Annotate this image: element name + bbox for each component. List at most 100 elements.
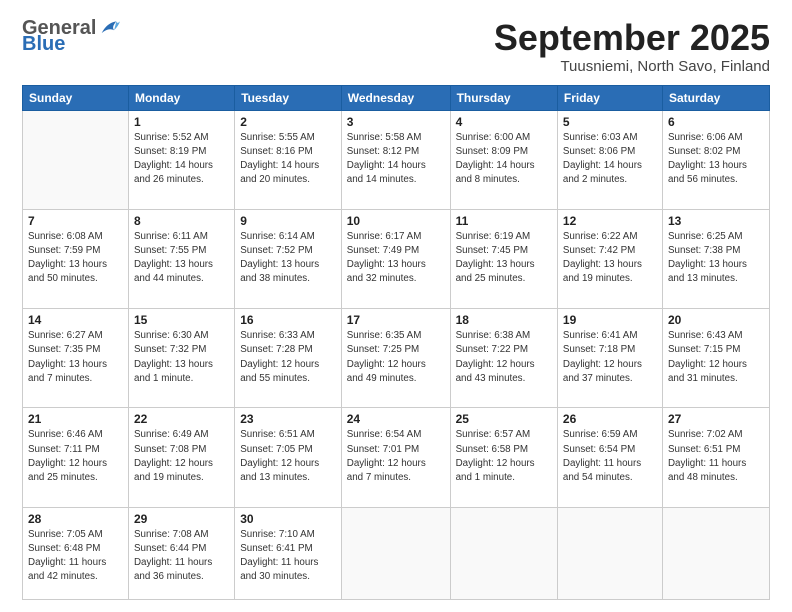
day-number: 25: [456, 412, 552, 426]
day-cell: 4Sunrise: 6:00 AM Sunset: 8:09 PM Daylig…: [450, 110, 557, 209]
location-subtitle: Tuusniemi, North Savo, Finland: [494, 58, 770, 75]
day-info: Sunrise: 6:30 AM Sunset: 7:32 PM Dayligh…: [134, 329, 229, 386]
day-cell: 7 Sunrise: 6:08 AM Sunset: 7:59 PM Daylig…: [23, 209, 129, 308]
day-info: Sunrise: 6:33 AM Sunset: 7:28 PM Dayligh…: [240, 329, 336, 386]
day-info: Sunrise: 6:41 AM Sunset: 7:18 PM Dayligh…: [563, 329, 657, 386]
day-number: 6: [668, 115, 764, 129]
day-number: 15: [134, 313, 229, 327]
week-row-4: 21 Sunrise: 6:46 AM Sunset: 7:11 PM Dayli…: [23, 408, 770, 507]
logo-bird-icon: [98, 19, 120, 37]
day-number: 14: [28, 313, 123, 327]
day-number: 13: [668, 214, 764, 228]
week-row-5: 28 Sunrise: 7:05 AM Sunset: 6:48 PM Dayli…: [23, 507, 770, 599]
day-info: Sunrise: 6:00 AM Sunset: 8:09 PM Dayligh…: [456, 131, 552, 188]
header-cell-tuesday: Tuesday: [235, 85, 342, 110]
day-number: 23: [240, 412, 336, 426]
day-cell: 29 Sunrise: 7:08 AM Sunset: 6:44 PM Dayli…: [128, 507, 234, 599]
day-cell: 3 Sunrise: 5:58 AM Sunset: 8:12 PM Daylig…: [341, 110, 450, 209]
day-info: Sunrise: 7:05 AM Sunset: 6:48 PM Dayligh…: [28, 528, 123, 585]
day-info: Sunrise: 6:17 AM Sunset: 7:49 PM Dayligh…: [347, 230, 445, 287]
day-number: 24: [347, 412, 445, 426]
day-info: Sunrise: 6:43 AM Sunset: 7:15 PM Dayligh…: [668, 329, 764, 386]
day-cell: 26Sunrise: 6:59 AM Sunset: 6:54 PM Dayli…: [557, 408, 662, 507]
day-info: Sunrise: 6:11 AM Sunset: 7:55 PM Dayligh…: [134, 230, 229, 287]
day-info: Sunrise: 5:55 AM Sunset: 8:16 PM Dayligh…: [240, 131, 336, 188]
day-cell: [23, 110, 129, 209]
day-number: 5: [563, 115, 657, 129]
day-number: 8: [134, 214, 229, 228]
day-cell: 2 Sunrise: 5:55 AM Sunset: 8:16 PM Daylig…: [235, 110, 342, 209]
day-number: 2: [240, 115, 336, 129]
day-cell: 17 Sunrise: 6:35 AM Sunset: 7:25 PM Dayli…: [341, 309, 450, 408]
header-row: SundayMondayTuesdayWednesdayThursdayFrid…: [23, 85, 770, 110]
logo: General Blue: [22, 18, 120, 54]
day-number: 17: [347, 313, 445, 327]
day-cell: [341, 507, 450, 599]
day-number: 19: [563, 313, 657, 327]
day-info: Sunrise: 5:52 AM Sunset: 8:19 PM Dayligh…: [134, 131, 229, 188]
day-cell: 28 Sunrise: 7:05 AM Sunset: 6:48 PM Dayli…: [23, 507, 129, 599]
day-cell: 21 Sunrise: 6:46 AM Sunset: 7:11 PM Dayli…: [23, 408, 129, 507]
day-info: Sunrise: 6:57 AM Sunset: 6:58 PM Dayligh…: [456, 428, 552, 485]
day-number: 9: [240, 214, 336, 228]
day-cell: 10 Sunrise: 6:17 AM Sunset: 7:49 PM Dayli…: [341, 209, 450, 308]
day-cell: 20 Sunrise: 6:43 AM Sunset: 7:15 PM Dayli…: [662, 309, 769, 408]
day-number: 3: [347, 115, 445, 129]
day-cell: 19 Sunrise: 6:41 AM Sunset: 7:18 PM Dayli…: [557, 309, 662, 408]
day-info: Sunrise: 6:35 AM Sunset: 7:25 PM Dayligh…: [347, 329, 445, 386]
header-cell-monday: Monday: [128, 85, 234, 110]
day-cell: 25 Sunrise: 6:57 AM Sunset: 6:58 PM Dayli…: [450, 408, 557, 507]
day-cell: 8 Sunrise: 6:11 AM Sunset: 7:55 PM Daylig…: [128, 209, 234, 308]
day-number: 16: [240, 313, 336, 327]
day-cell: 6 Sunrise: 6:06 AM Sunset: 8:02 PM Daylig…: [662, 110, 769, 209]
day-cell: [557, 507, 662, 599]
day-number: 30: [240, 512, 336, 526]
day-number: 7: [28, 214, 123, 228]
header-cell-thursday: Thursday: [450, 85, 557, 110]
day-number: 29: [134, 512, 229, 526]
day-number: 27: [668, 412, 764, 426]
calendar-page: General Blue September 2025 Tuusniemi, N…: [0, 0, 792, 612]
header-cell-friday: Friday: [557, 85, 662, 110]
week-row-3: 14 Sunrise: 6:27 AM Sunset: 7:35 PM Dayli…: [23, 309, 770, 408]
day-info: Sunrise: 6:27 AM Sunset: 7:35 PM Dayligh…: [28, 329, 123, 386]
day-info: Sunrise: 7:08 AM Sunset: 6:44 PM Dayligh…: [134, 528, 229, 585]
day-info: Sunrise: 6:08 AM Sunset: 7:59 PM Dayligh…: [28, 230, 123, 287]
day-info: Sunrise: 5:58 AM Sunset: 8:12 PM Dayligh…: [347, 131, 445, 188]
day-cell: 22 Sunrise: 6:49 AM Sunset: 7:08 PM Dayli…: [128, 408, 234, 507]
day-info: Sunrise: 6:51 AM Sunset: 7:05 PM Dayligh…: [240, 428, 336, 485]
day-info: Sunrise: 7:02 AM Sunset: 6:51 PM Dayligh…: [668, 428, 764, 485]
day-number: 21: [28, 412, 123, 426]
day-cell: 30Sunrise: 7:10 AM Sunset: 6:41 PM Dayli…: [235, 507, 342, 599]
day-number: 12: [563, 214, 657, 228]
day-cell: [450, 507, 557, 599]
day-number: 28: [28, 512, 123, 526]
day-cell: [662, 507, 769, 599]
day-cell: 18 Sunrise: 6:38 AM Sunset: 7:22 PM Dayli…: [450, 309, 557, 408]
day-info: Sunrise: 6:19 AM Sunset: 7:45 PM Dayligh…: [456, 230, 552, 287]
day-cell: 15 Sunrise: 6:30 AM Sunset: 7:32 PM Dayli…: [128, 309, 234, 408]
day-info: Sunrise: 6:46 AM Sunset: 7:11 PM Dayligh…: [28, 428, 123, 485]
day-info: Sunrise: 6:06 AM Sunset: 8:02 PM Dayligh…: [668, 131, 764, 188]
day-cell: 27 Sunrise: 7:02 AM Sunset: 6:51 PM Dayli…: [662, 408, 769, 507]
day-info: Sunrise: 6:14 AM Sunset: 7:52 PM Dayligh…: [240, 230, 336, 287]
day-cell: 12Sunrise: 6:22 AM Sunset: 7:42 PM Dayli…: [557, 209, 662, 308]
day-info: Sunrise: 6:49 AM Sunset: 7:08 PM Dayligh…: [134, 428, 229, 485]
day-cell: 1Sunrise: 5:52 AM Sunset: 8:19 PM Daylig…: [128, 110, 234, 209]
day-number: 10: [347, 214, 445, 228]
header-cell-sunday: Sunday: [23, 85, 129, 110]
day-number: 18: [456, 313, 552, 327]
day-cell: 24Sunrise: 6:54 AM Sunset: 7:01 PM Dayli…: [341, 408, 450, 507]
day-cell: 16 Sunrise: 6:33 AM Sunset: 7:28 PM Dayli…: [235, 309, 342, 408]
week-row-2: 7 Sunrise: 6:08 AM Sunset: 7:59 PM Daylig…: [23, 209, 770, 308]
day-info: Sunrise: 6:59 AM Sunset: 6:54 PM Dayligh…: [563, 428, 657, 485]
month-title: September 2025: [494, 18, 770, 58]
day-cell: 23 Sunrise: 6:51 AM Sunset: 7:05 PM Dayli…: [235, 408, 342, 507]
header-cell-wednesday: Wednesday: [341, 85, 450, 110]
day-cell: 11Sunrise: 6:19 AM Sunset: 7:45 PM Dayli…: [450, 209, 557, 308]
day-info: Sunrise: 6:03 AM Sunset: 8:06 PM Dayligh…: [563, 131, 657, 188]
day-number: 20: [668, 313, 764, 327]
day-number: 22: [134, 412, 229, 426]
title-block: September 2025 Tuusniemi, North Savo, Fi…: [494, 18, 770, 75]
day-info: Sunrise: 6:38 AM Sunset: 7:22 PM Dayligh…: [456, 329, 552, 386]
